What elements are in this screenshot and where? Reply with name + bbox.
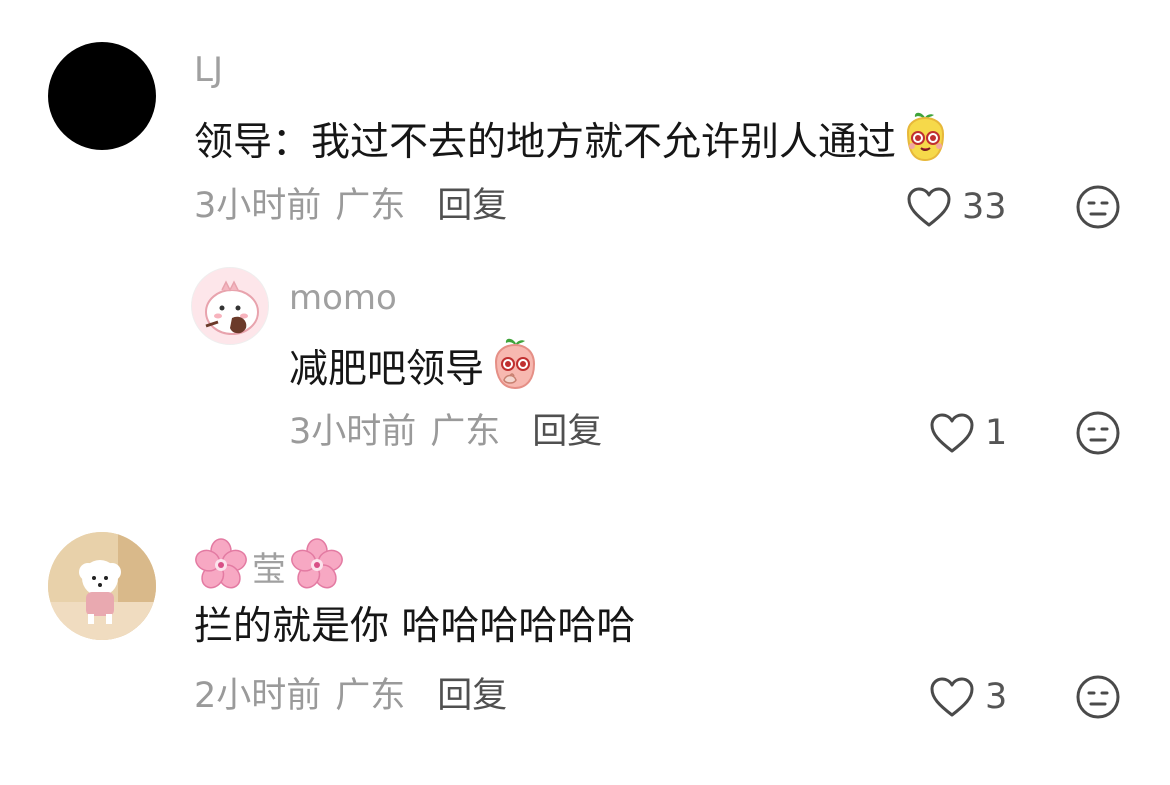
reply-button[interactable]: 回复 <box>532 410 602 454</box>
comment-text-row: 领导：我过不去的地方就不允许别人通过 <box>194 110 950 176</box>
like-button[interactable]: 3 <box>929 672 1007 722</box>
like-button[interactable]: 33 <box>906 182 1007 232</box>
cherry-blossom-emoji <box>194 538 248 601</box>
pink-mascot-emoji <box>488 336 540 404</box>
comment-time: 2小时前 <box>194 676 322 716</box>
neutral-face-icon <box>1076 185 1120 229</box>
avatar[interactable] <box>48 42 156 150</box>
like-count: 33 <box>962 187 1007 227</box>
comment-time: 3小时前 <box>194 186 322 226</box>
heart-outline-icon <box>907 187 951 227</box>
comment-text: 领导：我过不去的地方就不允许别人通过 <box>194 120 897 165</box>
reply-text: 减肥吧领导 <box>289 347 485 392</box>
comment-username[interactable]: LJ <box>194 50 223 90</box>
comment-item: LJ 领导：我过不去的地方就不允许别人通过 3小时前 广东 回复 33 <box>0 0 1170 250</box>
comment-meta: 2小时前 广东 回复 <box>194 674 507 718</box>
white-poodle-avatar-image <box>48 532 156 640</box>
dislike-button[interactable] <box>1075 184 1121 230</box>
heart-outline-icon <box>930 677 974 717</box>
comment-meta: 3小时前 广东 回复 <box>194 184 507 228</box>
comment-text-row: 拦的就是你 哈哈哈哈哈哈 <box>194 603 635 651</box>
reply-username[interactable]: momo <box>289 278 397 318</box>
comment-username-row[interactable]: 莹 <box>194 538 344 601</box>
neutral-face-icon <box>1076 675 1120 719</box>
dislike-button[interactable] <box>1075 674 1121 720</box>
avatar[interactable] <box>48 532 156 640</box>
comment-location: 广东 <box>335 676 406 716</box>
pink-cartoon-avatar-image <box>192 268 268 344</box>
comment-text: 拦的就是你 哈哈哈哈哈哈 <box>194 604 636 649</box>
reply-time: 3小时前 <box>289 412 417 452</box>
reply-button[interactable]: 回复 <box>437 184 507 228</box>
avatar[interactable] <box>191 267 269 345</box>
yellow-mascot-emoji <box>900 110 950 176</box>
comment-location: 广东 <box>335 186 406 226</box>
reply-button[interactable]: 回复 <box>437 674 507 718</box>
reply-location: 广东 <box>430 412 501 452</box>
neutral-face-icon <box>1076 411 1120 455</box>
dislike-button[interactable] <box>1075 410 1121 456</box>
comment-item: 莹 拦的就是你 哈哈哈哈哈哈 2小时前 广东 回复 3 <box>0 510 1170 785</box>
reply-item: momo 减肥吧领导 3小时前 广东 回复 1 <box>0 250 1170 490</box>
comment-username: 莹 <box>252 549 286 590</box>
like-count: 1 <box>985 413 1008 453</box>
like-button[interactable]: 1 <box>929 408 1007 458</box>
like-count: 3 <box>985 677 1008 717</box>
reply-text-row: 减肥吧领导 <box>289 336 540 404</box>
reply-meta: 3小时前 广东 回复 <box>289 410 602 454</box>
cherry-blossom-emoji <box>290 538 344 601</box>
heart-outline-icon <box>930 413 974 453</box>
